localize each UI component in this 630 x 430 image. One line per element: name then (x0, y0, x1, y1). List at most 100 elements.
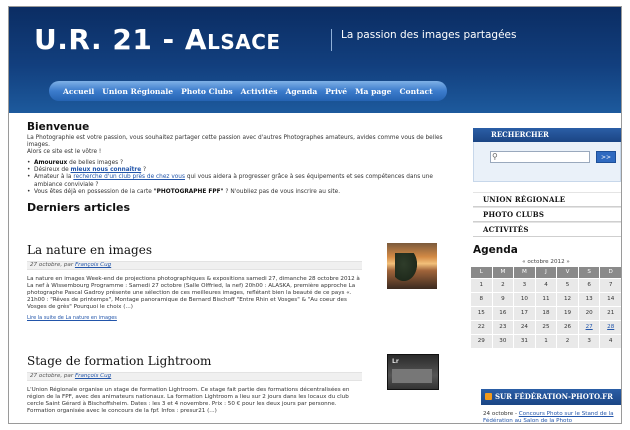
article-thumbnail[interactable] (387, 243, 437, 289)
calendar-day: 13 (578, 293, 600, 306)
sidebar-item-activites[interactable]: Activités (473, 222, 621, 237)
article-by: , par (60, 262, 75, 268)
calendar-day: 3 (578, 335, 600, 348)
article-meta: 27 octobre, par François Cug (27, 372, 362, 381)
link-mieux-nous-connaitre[interactable]: mieux nous connaître (71, 167, 142, 173)
bullet-text: ? N'oubliez pas de vous inscrire au site… (223, 189, 341, 196)
calendar-day: 2 (492, 279, 514, 292)
calendar-day: 20 (578, 307, 600, 320)
article-author-link[interactable]: François Cug (75, 262, 111, 268)
article-date: 27 octobre (30, 262, 61, 268)
sidebar-item-union-regionale[interactable]: Union Régionale (473, 192, 621, 207)
lightroom-logo: Lr (392, 358, 399, 365)
calendar-day: 18 (535, 307, 557, 320)
bullet-item: Vous êtes déjà en possession de la carte… (27, 189, 459, 197)
bullet-text: Désireux de (34, 167, 71, 174)
calendar-day: 24 (514, 321, 535, 334)
nav-contact[interactable]: Contact (395, 87, 436, 96)
link-recherche-club[interactable]: recherche d'un club près de chez vous (73, 174, 185, 180)
welcome-intro-2: Alors ce site est le vôtre ! (27, 149, 102, 156)
calendar-day: 10 (514, 293, 535, 306)
bullet-item: Amateur à la recherche d'un club près de… (27, 174, 459, 189)
articles-heading: Derniers articles (27, 200, 131, 214)
agenda-calendar: « octobre 2012 » L M M J V S D 1 2 3 4 5 6 7 8 9 10 11 12 1… (471, 258, 621, 348)
calendar-month[interactable]: « octobre 2012 » (471, 258, 621, 267)
sidebar: Rechercher ⚲ >> Union Régionale Photo Cl… (473, 128, 621, 237)
calendar-day: 4 (535, 279, 557, 292)
calendar-weekday: M (514, 267, 535, 278)
welcome-bullets: Amoureux de belles images ? Désireux de … (27, 160, 459, 197)
sidebar-menu: Union Régionale Photo Clubs Activités (473, 192, 621, 237)
site-title[interactable]: U.R. 21 - Alsace (34, 23, 281, 56)
nav-agenda[interactable]: Agenda (281, 87, 321, 96)
federation-heading[interactable]: Sur Fédération-Photo.fr (481, 389, 621, 405)
article-title[interactable]: La nature en images (27, 243, 447, 257)
article-meta: 27 octobre, par François Cug (27, 261, 362, 270)
main-nav: Accueil Union Régionale Photo Clubs Acti… (49, 81, 447, 101)
calendar-day[interactable]: 27 (578, 321, 600, 334)
article-title[interactable]: Stage de formation Lightroom (27, 354, 447, 368)
calendar-weekday: L (471, 267, 492, 278)
calendar-weekday: V (557, 267, 578, 278)
search-submit-button[interactable]: >> (596, 151, 616, 163)
calendar-day: 3 (514, 279, 535, 292)
search-heading: Rechercher (473, 128, 621, 142)
site-tagline: La passion des images partagées (341, 29, 517, 41)
calendar-day: 14 (600, 293, 621, 306)
nav-prive[interactable]: Privé (321, 87, 351, 96)
bullet-item: Amoureux de belles images ? (27, 159, 459, 168)
article-thumbnail[interactable]: Lr (387, 354, 439, 390)
federation-news: 24 octobre - Concours Photo sur le Stand… (483, 411, 621, 423)
nav-photo-clubs[interactable]: Photo Clubs (177, 87, 237, 96)
welcome-heading: Bienvenue (27, 121, 90, 133)
article-date: 27 octobre (30, 373, 61, 379)
bullet-text: ? (141, 167, 147, 174)
calendar-day: 31 (514, 335, 535, 348)
site-title-prefix: U.R. 21 - (34, 23, 185, 56)
calendar-weekday: M (492, 267, 514, 278)
nav-accueil[interactable]: Accueil (59, 87, 98, 96)
rss-icon (485, 393, 492, 400)
agenda-heading: Agenda (473, 244, 518, 256)
nav-activites[interactable]: Activités (237, 87, 282, 96)
bullet-bold: "PHOTOGRAPHE FPF" (153, 189, 224, 196)
calendar-day: 16 (492, 307, 514, 320)
calendar-weekday: J (535, 267, 557, 278)
article-author-link[interactable]: François Cug (75, 373, 111, 379)
calendar-day: 8 (471, 293, 492, 306)
calendar-day: 4 (600, 335, 621, 348)
read-more-link[interactable]: Lire la suite de La nature en images (27, 315, 447, 321)
calendar-day: 5 (557, 279, 578, 292)
calendar-day: 25 (535, 321, 557, 334)
nav-ma-page[interactable]: Ma page (351, 87, 395, 96)
calendar-day: 22 (471, 321, 492, 334)
calendar-day: 7 (600, 279, 621, 292)
welcome-section: Bienvenue La Photographie est votre pass… (27, 121, 459, 214)
search-input[interactable] (490, 151, 590, 163)
calendar-day: 17 (514, 307, 535, 320)
article-by: , par (60, 373, 75, 379)
sidebar-item-photo-clubs[interactable]: Photo Clubs (473, 207, 621, 222)
federation-heading-text: Sur Fédération-Photo.fr (495, 392, 613, 401)
nav-union-regionale[interactable]: Union Régionale (98, 87, 177, 96)
thumbnail-graphic (392, 369, 432, 383)
bullet-text: Vous êtes déjà en possession de la carte (34, 189, 154, 196)
calendar-day: 11 (535, 293, 557, 306)
calendar-day[interactable]: 28 (600, 321, 621, 334)
calendar-day: 30 (492, 335, 514, 348)
bullet-text: Amateur à la (34, 174, 74, 181)
calendar-day: 21 (600, 307, 621, 320)
calendar-day: 6 (578, 279, 600, 292)
calendar-grid: L M M J V S D 1 2 3 4 5 6 7 8 9 10 11 12 13 14 15 16 17 18 19 20 21… (471, 267, 621, 348)
article-body: L'Union Régionale organise un stage de f… (27, 387, 350, 415)
calendar-day: 12 (557, 293, 578, 306)
magnifier-icon: ⚲ (492, 152, 498, 161)
calendar-weekday: S (578, 267, 600, 278)
calendar-day: 19 (557, 307, 578, 320)
article-body: La nature en images Week-end de projecti… (27, 276, 360, 311)
bullet-bold: Amoureux (34, 159, 68, 166)
calendar-day: 29 (471, 335, 492, 348)
article-card: Stage de formation Lightroom 27 octobre,… (27, 354, 447, 415)
calendar-day: 15 (471, 307, 492, 320)
calendar-day: 1 (535, 335, 557, 348)
